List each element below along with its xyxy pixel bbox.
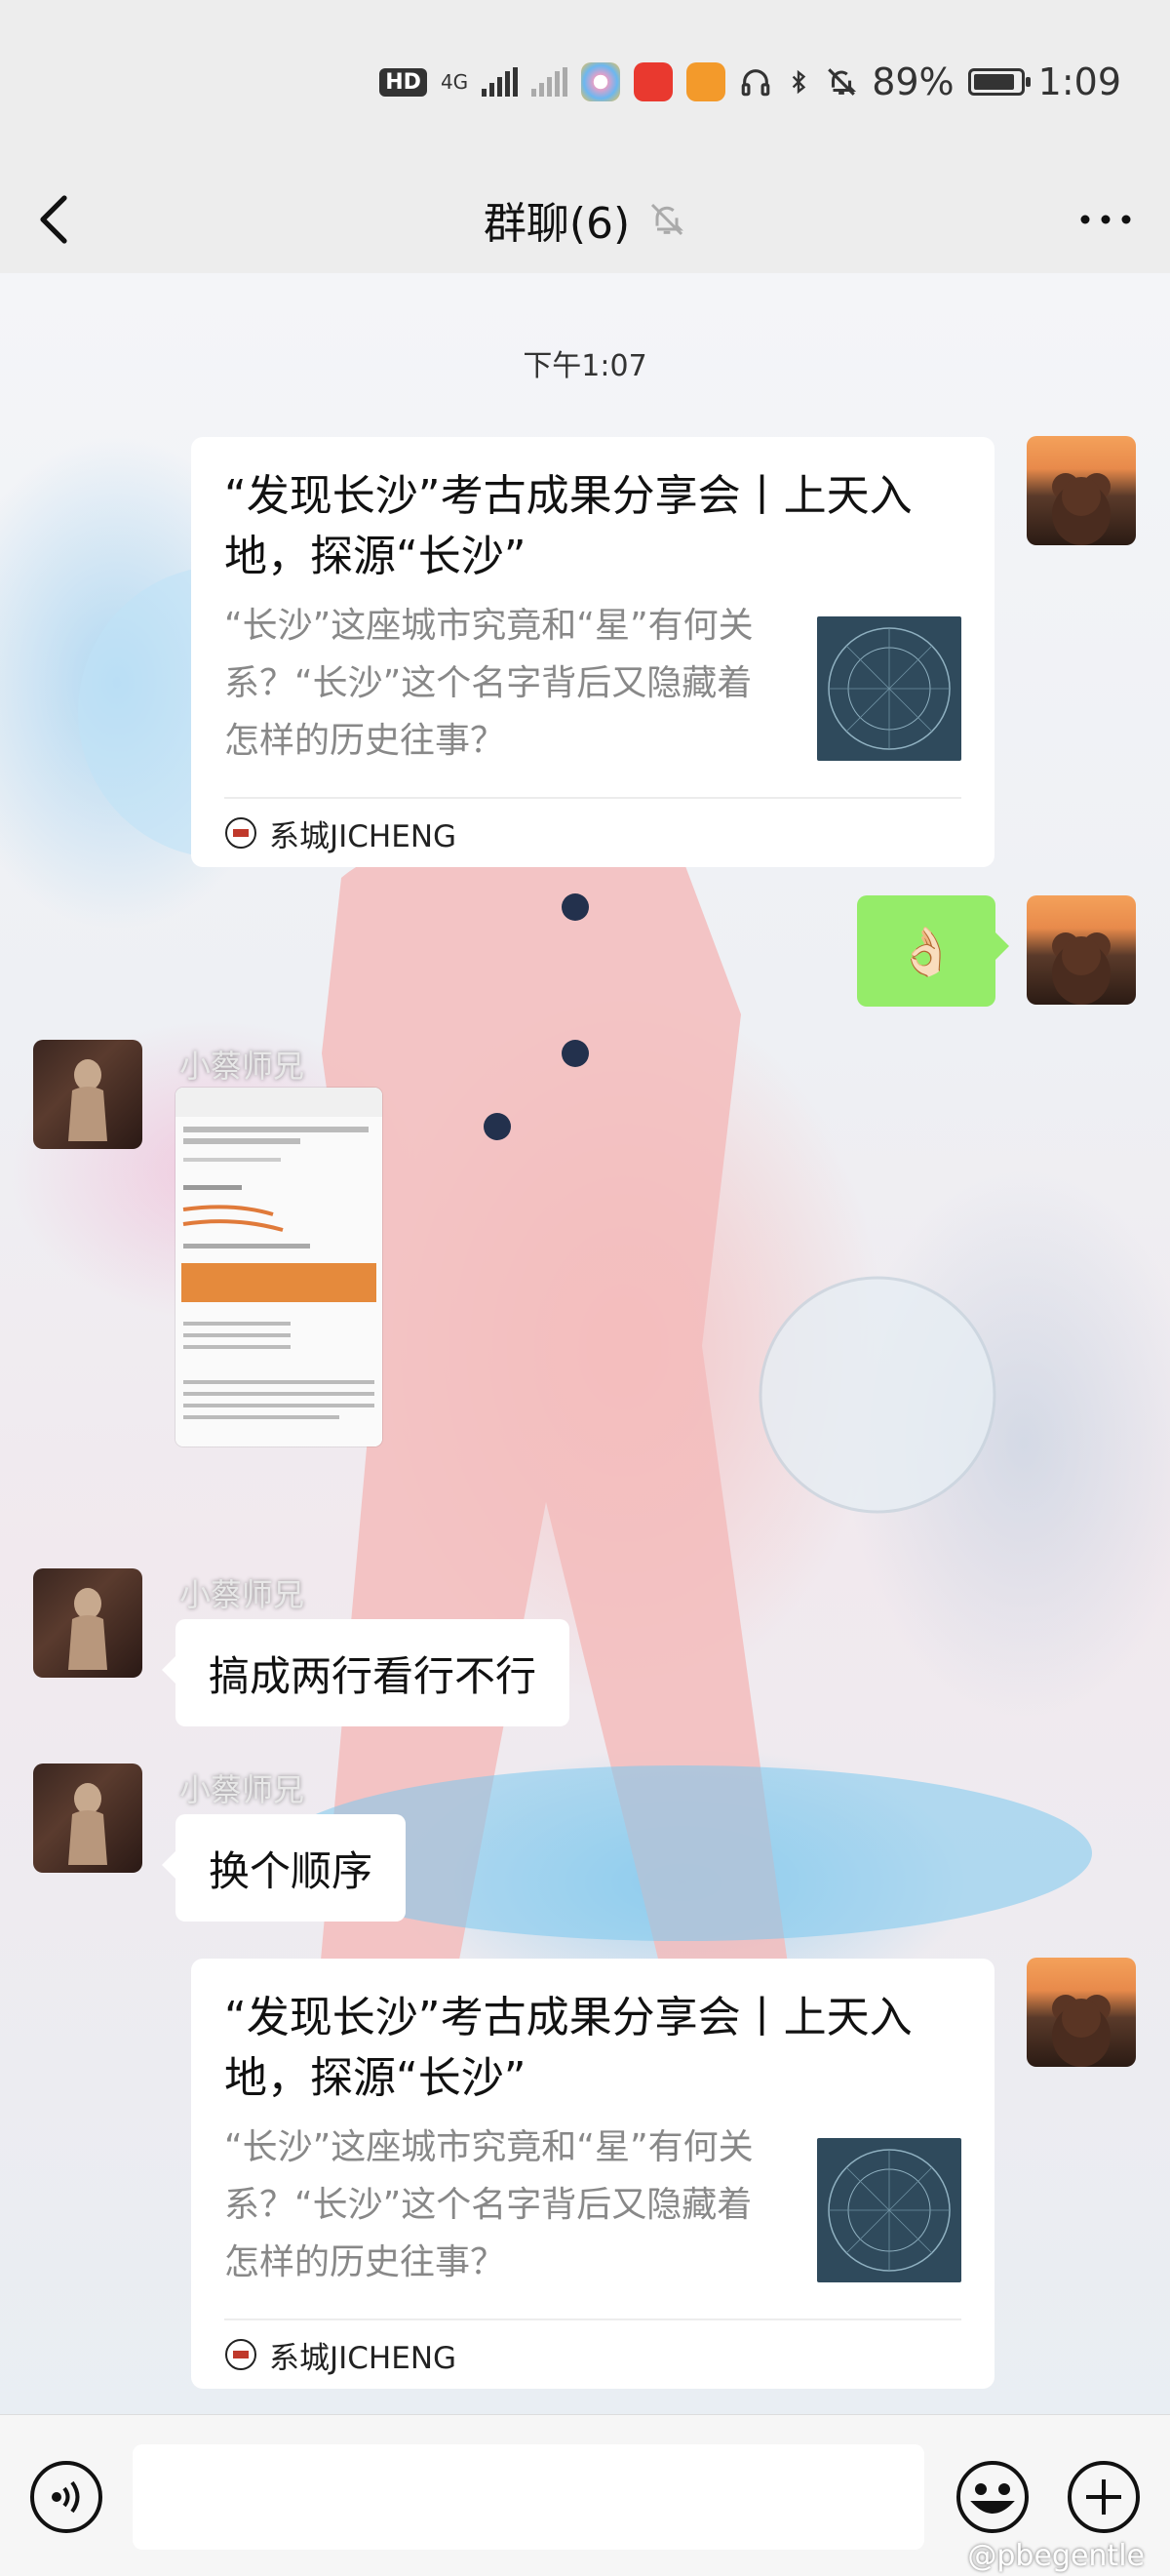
source-logo-icon [225,817,256,849]
bear-avatar-image [1052,932,1111,1005]
clock-time: 1:09 [1037,60,1121,103]
sender-name: 小蔡师兄 [179,1048,305,1085]
sender-avatar[interactable] [33,1764,142,1873]
status-bar: HD 4G 89% 1:09 [0,0,1170,166]
bluetooth-icon [792,69,806,95]
text-message-bubble[interactable]: 搞成两行看行不行 [161,1619,570,1726]
page-title: 群聊(6) [483,199,631,249]
link-card-description: “长沙”这座城市究竟和“星”有何关系？“长沙”这个名字背后又隐藏着怎样的历史往事… [224,2127,754,2282]
headphones-icon [741,69,770,97]
chevron-left-icon [40,195,67,244]
smiley-icon [956,2461,1029,2533]
text-message-bubble[interactable]: 换个顺序 [161,1814,407,1922]
browser-app-icon [581,62,621,101]
message-text: 换个顺序 [209,1846,373,1895]
link-card-title: “发现长沙”考古成果分享会丨上天入地，探源“长沙” [224,471,913,581]
link-card[interactable]: “发现长沙”考古成果分享会丨上天入地，探源“长沙” “长沙”这座城市究竟和“星”… [191,1959,994,2389]
sender-avatar[interactable] [33,1040,142,1149]
statue-avatar-image [68,1783,107,1865]
ok-hand-emoji: 👌🏻 [897,924,956,979]
emoji-button[interactable] [954,2458,1032,2536]
link-card-thumbnail [817,616,961,761]
status-icons: HD 4G 89% 1:09 [379,60,1121,103]
link-card[interactable]: “发现长沙”考古成果分享会丨上天入地，探源“长沙” “长沙”这座城市究竟和“星”… [191,437,994,867]
link-card-source: 系城JICHENG [269,2340,457,2376]
sender-name: 小蔡师兄 [179,1576,305,1613]
my-avatar[interactable] [1027,436,1136,545]
plus-icon [1068,2461,1140,2533]
statue-avatar-image [68,1588,107,1670]
voice-icon [30,2461,102,2533]
link-card-description: “长沙”这座城市究竟和“星”有何关系？“长沙”这个名字背后又隐藏着怎样的历史往事… [224,606,754,761]
hd-badge: HD [379,67,427,97]
message-input[interactable] [133,2444,924,2550]
message-text: 搞成两行看行不行 [209,1651,537,1700]
link-card-title: “发现长沙”考古成果分享会丨上天入地，探源“长沙” [224,1993,913,2103]
sender-avatar[interactable] [33,1568,142,1678]
source-logo-icon [225,2339,256,2370]
add-button[interactable] [1065,2458,1143,2536]
sender-name: 小蔡师兄 [179,1771,305,1808]
mute-bell-icon [828,68,857,96]
link-card-source: 系城JICHENG [269,818,457,854]
bear-avatar-image [1052,1995,1111,2067]
muted-bell-icon [651,203,684,236]
signal-2-icon [531,67,568,97]
time-divider: 下午1:07 [523,349,647,383]
more-dots-icon [1080,215,1131,224]
chat-header: 群聊(6) [0,166,1170,273]
statue-avatar-image [68,1059,107,1141]
voice-button[interactable] [27,2458,105,2536]
back-button[interactable] [35,185,94,254]
network-type: 4G [440,70,469,94]
link-card-thumbnail [817,2138,961,2282]
chat-area[interactable]: 下午1:07 “发现长沙”考古成果分享会丨上天入地，探源“长沙” “长沙”这座城… [0,273,1170,2414]
video-app-icon [686,62,726,101]
my-avatar[interactable] [1027,1958,1136,2067]
watermark: @pbegentle [967,2539,1145,2573]
shared-screenshot-image[interactable] [176,1088,382,1447]
signal-icon [482,67,519,97]
more-button[interactable] [1076,195,1135,244]
bear-avatar-image [1052,473,1111,545]
battery-icon [967,68,1031,96]
news-app-icon [634,62,674,101]
my-avatar[interactable] [1027,895,1136,1005]
ok-emoji-bubble[interactable]: 👌🏻 [857,895,1009,1007]
battery-percent: 89% [872,60,955,103]
